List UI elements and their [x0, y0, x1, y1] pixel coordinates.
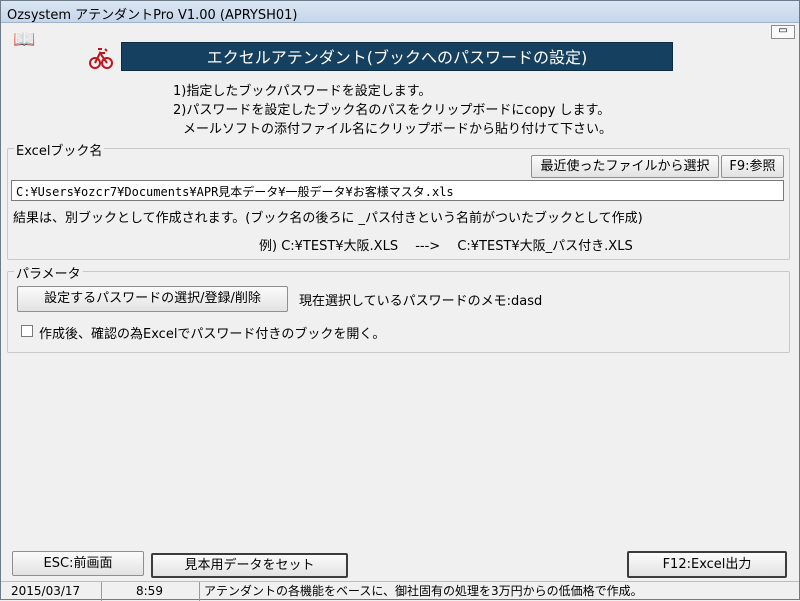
app-window: Ozsystem アテンダントPro V1.00 (APRYSH01) ▭ 📖 …	[0, 0, 800, 601]
current-password-label: 現在選択しているパスワードのメモ:dasd	[299, 294, 543, 309]
recent-files-button[interactable]: 最近使ったファイルから選択	[531, 155, 719, 178]
open-excel-checkbox-label[interactable]: 作成後、確認の為Excelでパスワード付きのブックを開く。	[39, 323, 385, 342]
title-bar[interactable]: Ozsystem アテンダントPro V1.00 (APRYSH01)	[1, 1, 799, 23]
password-select-button[interactable]: 設定するパスワードの選択/登録/削除	[17, 286, 288, 312]
status-bar: 2015/03/17 8:59 アテンダントの各機能をベースに、御社固有の処理を…	[1, 581, 799, 601]
instruction-2: 2)パスワードを設定したブック名のパスをクリップボードにcopy します。	[173, 103, 611, 118]
result-description: 結果は、別ブックとして作成されます。(ブック名の後ろに _パス付きという名前がつ…	[13, 211, 643, 226]
sample-data-button[interactable]: 見本用データをセット	[151, 553, 348, 578]
book-path-input[interactable]: C:¥Users¥ozcr7¥Documents¥APR見本データ¥一般データ¥…	[11, 180, 784, 201]
excel-export-button[interactable]: F12:Excel出力	[627, 551, 787, 578]
instruction-3: メールソフトの添付ファイル名にクリップボードから貼り付けて下さい。	[183, 122, 613, 137]
open-excel-checkbox[interactable]	[21, 325, 33, 337]
status-message: アテンダントの各機能をベースに、御社固有の処理を3万円からの低価格で作成。	[204, 584, 643, 598]
bicycle-icon	[89, 48, 113, 69]
instruction-1: 1)指定したブックパスワードを設定します。	[173, 84, 432, 99]
example-text: 例) C:¥TEST¥大阪.XLS ---> C:¥TEST¥大阪_パス付き.X…	[259, 239, 633, 254]
excel-book-legend: Excelブック名	[14, 140, 105, 159]
book-icon[interactable]: 📖	[13, 29, 35, 50]
parameters-legend: パラメータ	[14, 263, 83, 282]
page-banner: エクセルアテンダント(ブックへのパスワードの設定)	[121, 42, 673, 71]
status-time: 8:59	[102, 582, 200, 601]
browse-button[interactable]: F9:参照	[721, 155, 784, 178]
status-date: 2015/03/17	[7, 582, 102, 601]
restore-button[interactable]: ▭	[771, 25, 795, 39]
back-button[interactable]: ESC:前画面	[12, 551, 144, 576]
window-title: Ozsystem アテンダントPro V1.00 (APRYSH01)	[7, 8, 298, 23]
